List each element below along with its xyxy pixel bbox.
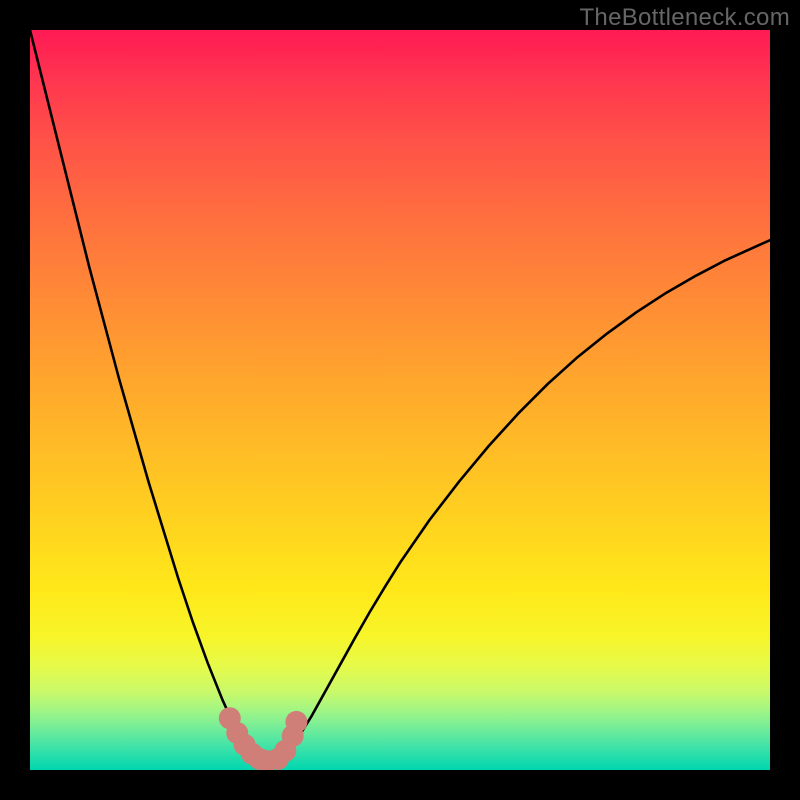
- bottleneck-curve: [30, 30, 770, 761]
- highlight-markers: [219, 707, 308, 770]
- attribution-text: TheBottleneck.com: [579, 4, 790, 32]
- curve-layer: [30, 30, 770, 770]
- highlight-marker: [285, 711, 307, 733]
- plot-area: [30, 30, 770, 770]
- chart-frame: TheBottleneck.com: [0, 0, 800, 800]
